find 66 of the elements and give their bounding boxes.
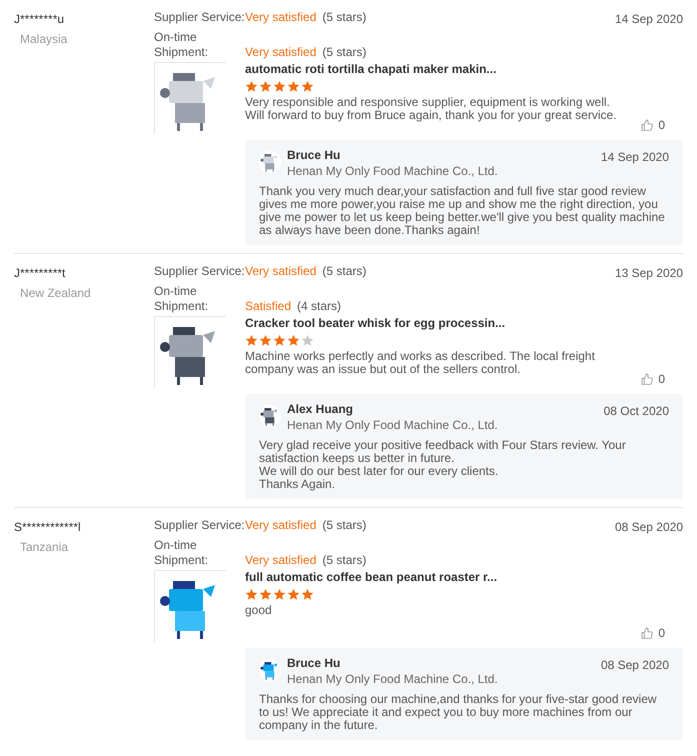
rating-stars-count: (5 stars): [322, 264, 366, 280]
review-date: 14 Sep 2020: [614, 11, 683, 28]
rating-value: Very satisfied: [245, 518, 316, 534]
star-icon: [259, 80, 272, 93]
company-name: Henan My Only Food Machine Co., Ltd.: [287, 164, 499, 179]
star-icon: [273, 80, 286, 93]
replier-name: Bruce Hu: [287, 656, 342, 671]
star-icon: [245, 80, 258, 93]
star-icon: [273, 588, 286, 601]
product-link[interactable]: Cracker tool beater whisk for egg processin...: [245, 316, 626, 331]
reply-date: 08 Oct 2020: [604, 403, 669, 420]
buyer-name: S************l: [14, 519, 82, 536]
replier-name: Bruce Hu: [287, 148, 342, 163]
reply-date: 14 Sep 2020: [600, 149, 669, 166]
product-link[interactable]: full automatic coffee bean peanut roaster r...: [245, 570, 626, 585]
star-icon: [287, 80, 300, 93]
review-date: 13 Sep 2020: [614, 265, 683, 282]
product-link[interactable]: automatic roti tortilla chapati maker makin...: [245, 62, 626, 77]
rating-value: Satisfied: [245, 299, 292, 314]
star-icon: [287, 588, 300, 601]
star-icon: [301, 80, 314, 93]
reply-text: Thanks for choosing our machine,and thanks for your five-star good review to us! We appreciate it and expect you to buy more machines from our company in the future.: [259, 693, 658, 732]
review-text: Machine works perfectly and works as described. The local freight company was an issue but out of the sellers control.: [245, 350, 596, 376]
rating-stars-count: (4 stars): [297, 299, 342, 314]
star-icon: [245, 588, 258, 601]
rating-label: On-time Shipment:: [154, 30, 210, 60]
rating-value: Very satisfied: [245, 45, 316, 60]
star-icon: [245, 334, 258, 347]
buyer-country: New Zealand: [19, 285, 92, 302]
like-count: 0: [658, 372, 665, 386]
reply-text: Very glad receive your positive feedback with Four Stars review. Your satisfaction keeps us better in future. We will do our best later for our every clients. Thanks Again.: [259, 439, 627, 491]
company-name: Henan My Only Food Machine Co., Ltd.: [287, 418, 499, 433]
buyer-country: Tanzania: [19, 539, 70, 556]
buyer-country: Malaysia: [19, 31, 68, 48]
thumbs-up-icon[interactable]: [641, 373, 654, 386]
review-text: good: [245, 604, 273, 617]
star-icon: [259, 588, 272, 601]
like-count: 0: [658, 626, 665, 640]
reply-text: Thank you very much dear,your satisfaction and full five star good review gives me more power,you raise me up and show me the right direction, you give me power to let us keep being better.we'll give you best quality machine as always have been done.Thanks again!: [259, 185, 666, 237]
reply-date: 08 Sep 2020: [600, 657, 669, 674]
review-date: 08 Sep 2020: [614, 519, 683, 536]
rating-label: Supplier Service:: [154, 10, 245, 26]
rating-label: On-time Shipment:: [154, 284, 210, 314]
buyer-name: J*********t: [14, 265, 66, 282]
star-icon: [301, 334, 314, 347]
thumbs-up-icon[interactable]: [641, 119, 654, 132]
rating-label: Supplier Service:: [154, 264, 245, 280]
rating-value: Very satisfied: [245, 10, 316, 26]
rating-value: Very satisfied: [245, 264, 316, 280]
star-icon: [273, 334, 286, 347]
replier-name: Alex Huang: [287, 402, 354, 417]
star-icon: [259, 334, 272, 347]
like-count: 0: [658, 118, 665, 132]
rating-stars-count: (5 stars): [322, 45, 366, 60]
rating-stars-count: (5 stars): [322, 518, 366, 534]
rating-label: On-time Shipment:: [154, 538, 210, 568]
rating-stars-count: (5 stars): [322, 10, 366, 26]
review-text: Very responsible and responsive supplier, equipment is working well. Will forward to buy from Bruce again, thank you for your great service.: [245, 96, 618, 122]
star-icon: [301, 588, 314, 601]
buyer-name: J********u: [14, 11, 66, 28]
rating-stars-count: (5 stars): [322, 553, 366, 568]
thumbs-up-icon[interactable]: [641, 627, 654, 640]
star-icon: [287, 334, 300, 347]
rating-value: Very satisfied: [245, 553, 316, 568]
company-name: Henan My Only Food Machine Co., Ltd.: [287, 672, 499, 687]
rating-label: Supplier Service:: [154, 518, 245, 534]
